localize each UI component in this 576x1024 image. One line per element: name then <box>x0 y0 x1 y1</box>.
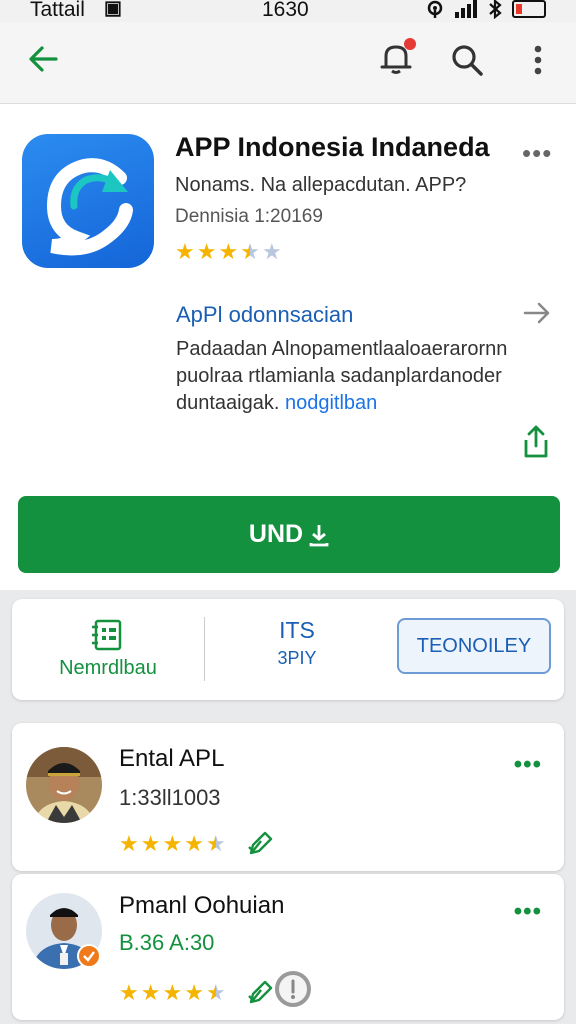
about-line-3-text: duntaaigak. <box>176 392 280 414</box>
star-icon: ★ <box>205 831 226 856</box>
about-line-3: duntaaigak. nodgitlban <box>176 390 548 417</box>
battery-icon <box>512 0 546 18</box>
info-divider <box>204 617 205 681</box>
about-title[interactable]: ApPl odonnsacian <box>176 302 353 328</box>
top-app-bar <box>0 22 576 104</box>
status-icons <box>424 0 546 19</box>
install-label: UND <box>248 520 304 548</box>
star-icon: ★ <box>205 980 226 1005</box>
about-description: Padaadan Alnopamentlaaloaerarornn puolra… <box>176 336 548 417</box>
info-stat-value: ITS <box>279 617 315 643</box>
review-card: Pmanl Oohuian B.36 A:30 ••• ★ ★ ★ ★ ★ <box>12 874 564 1020</box>
back-arrow-icon[interactable] <box>26 42 60 76</box>
hotspot-icon <box>427 0 443 18</box>
overflow-menu-icon[interactable] <box>528 42 548 78</box>
signal-icon <box>455 0 477 18</box>
star-icon: ★ <box>175 239 195 264</box>
app-developer: Dennisia 1:20169 <box>175 206 323 227</box>
star-icon: ★ <box>140 980 161 1005</box>
search-icon[interactable] <box>449 42 485 78</box>
edit-check-icon <box>248 980 273 1004</box>
carrier-label: Tattail <box>30 0 85 21</box>
review-more-icon[interactable]: ••• <box>514 898 542 926</box>
chevron-right-icon[interactable] <box>522 298 552 328</box>
app-detail-card: APP Indonesia Indaneda ••• Nonams. Na al… <box>0 104 576 590</box>
verified-badge-icon <box>77 944 101 968</box>
about-line-1: Padaadan Alnopamentlaaloaerarornn <box>176 338 508 360</box>
star-icon: ★ <box>196 239 217 264</box>
app-rating-stars: ★ ★ ★ ★ ★ <box>175 241 282 263</box>
review-date: B.36 A:30 <box>119 930 215 955</box>
notification-dot <box>404 38 416 50</box>
star-icon: ★ <box>119 980 139 1005</box>
bluetooth-icon <box>489 0 502 19</box>
notifications-button[interactable] <box>378 38 416 81</box>
list-document-icon <box>92 619 122 651</box>
info-category[interactable]: Nemrdlbau <box>12 599 204 700</box>
edit-check-icon <box>248 831 273 855</box>
review-rating-stars: ★ ★ ★ ★ ★ <box>119 833 226 855</box>
info-category-label: Nemrdlbau <box>59 657 157 679</box>
status-bar: Tattail ▣ 1630 <box>0 0 576 22</box>
star-icon: ★ <box>184 980 204 1005</box>
install-button[interactable]: UND <box>18 496 560 573</box>
review-date: 1:33ll1003 <box>119 785 221 810</box>
category-tag-button[interactable]: TEONOILEY <box>397 618 551 674</box>
app-icon <box>22 134 154 268</box>
about-line-2: puolraa rtlamianla sadanplardanoder <box>176 365 502 387</box>
help-circle-icon[interactable] <box>274 970 312 1008</box>
clock: 1630 <box>262 0 309 21</box>
reviewer-avatar <box>26 747 102 823</box>
info-stat-label: 3PIY <box>277 648 317 668</box>
review-rating-stars: ★ ★ ★ ★ ★ <box>119 982 226 1004</box>
about-link[interactable]: nodgitlban <box>285 392 377 414</box>
reviewer-name: Ental APL <box>119 745 225 772</box>
share-icon[interactable] <box>520 424 552 460</box>
star-icon: ★ <box>162 980 183 1005</box>
app-title: APP Indonesia Indaneda <box>175 132 490 162</box>
app-subtitle: Nonams. Na allepacdutan. APP? <box>175 174 467 196</box>
star-icon: ★ <box>162 831 183 856</box>
review-card: Ental APL 1:33ll1003 ••• ★ ★ ★ ★ ★ <box>12 723 564 871</box>
star-icon: ★ <box>119 831 139 856</box>
download-icon <box>309 524 329 546</box>
review-more-icon[interactable]: ••• <box>514 751 542 779</box>
info-stat: ITS 3PIY <box>242 617 352 669</box>
star-icon: ★ <box>218 239 239 264</box>
app-info-strip: Nemrdlbau ITS 3PIY TEONOILEY <box>12 599 564 700</box>
star-icon: ★ <box>184 831 204 856</box>
cast-icon: ▣ <box>104 0 122 19</box>
star-icon: ★ <box>240 239 260 264</box>
app-more-icon[interactable]: ••• <box>522 138 552 169</box>
star-icon: ★ <box>261 239 282 264</box>
star-icon: ★ <box>140 831 161 856</box>
reviewer-name: Pmanl Oohuian <box>119 892 285 919</box>
